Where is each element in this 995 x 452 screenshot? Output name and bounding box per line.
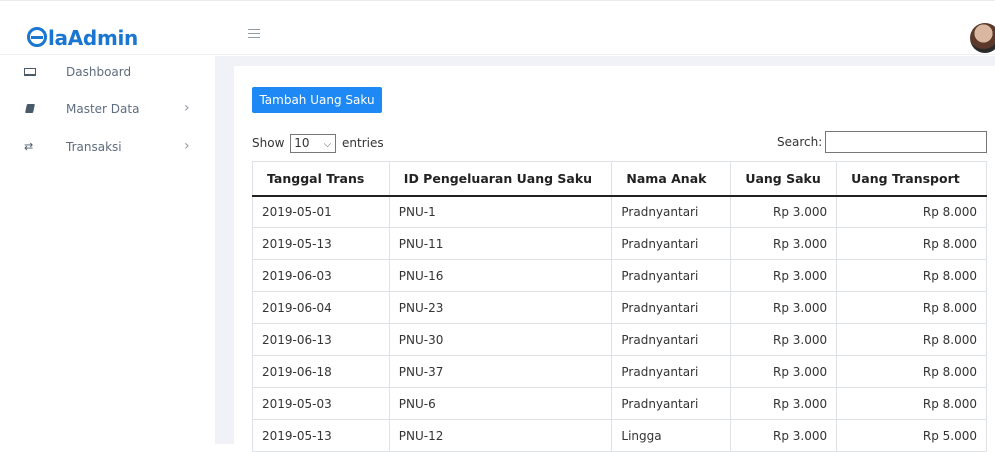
table-row: 2019-05-13 PNU-11 Pradnyantari Rp 3.000 … — [252, 227, 987, 260]
table-header-row: Tanggal Trans ID Pengeluaran Uang Saku N… — [252, 161, 987, 197]
table-cell: PNU-11 — [388, 227, 613, 260]
table-row: 2019-06-13 PNU-30 Pradnyantari Rp 3.000 … — [252, 323, 987, 356]
brand-logo-text: laAdmin — [48, 26, 138, 50]
page-length-control: Show 10 ⌵ entries — [252, 133, 384, 153]
page-length-value: 10 — [294, 136, 310, 150]
table-row: 2019-06-03 PNU-16 Pradnyantari Rp 3.000 … — [252, 259, 987, 292]
table-cell: Rp 3.000 — [730, 323, 838, 356]
table-cell: Pradnyantari — [611, 291, 732, 324]
table-row: 2019-06-18 PNU-37 Pradnyantari Rp 3.000 … — [252, 355, 987, 388]
search-label: Search: — [777, 135, 823, 149]
column-header[interactable]: Tanggal Trans — [252, 161, 390, 197]
top-navbar: laAdmin — [0, 0, 995, 55]
sidebar-item-label: Dashboard — [66, 65, 132, 79]
table-row: 2019-05-01 PNU-1 Pradnyantari Rp 3.000 R… — [252, 195, 987, 228]
table-cell: Rp 3.000 — [730, 195, 838, 228]
table-cell: 2019-05-03 — [252, 387, 390, 420]
table-cell: Rp 8.000 — [836, 355, 987, 388]
book-icon — [24, 103, 36, 115]
table-cell: Rp 8.000 — [836, 195, 987, 228]
table-row: 2019-05-13 PNU-12 Lingga Rp 3.000 Rp 5.0… — [252, 419, 987, 452]
chevron-right-icon: › — [184, 100, 190, 116]
add-uang-saku-button[interactable]: Tambah Uang Saku — [252, 87, 382, 113]
table-cell: Rp 5.000 — [836, 419, 987, 452]
table-cell: 2019-05-13 — [252, 227, 390, 260]
table-cell: PNU-30 — [388, 323, 613, 356]
sidebar: Dashboard Master Data › ⇄ Transaksi › — [0, 56, 215, 444]
column-header[interactable]: Uang Saku — [730, 161, 838, 197]
menu-toggle-icon[interactable] — [248, 29, 260, 38]
table-cell: Pradnyantari — [611, 227, 732, 260]
table-cell: Pradnyantari — [611, 387, 732, 420]
table-cell: 2019-05-13 — [252, 419, 390, 452]
table-cell: 2019-06-18 — [252, 355, 390, 388]
column-header[interactable]: ID Pengeluaran Uang Saku — [388, 161, 613, 197]
user-avatar[interactable] — [970, 23, 995, 53]
table-row: 2019-05-03 PNU-6 Pradnyantari Rp 3.000 R… — [252, 387, 987, 420]
uang-saku-table: Tanggal Trans ID Pengeluaran Uang Saku N… — [252, 161, 987, 452]
table-row: 2019-06-04 PNU-23 Pradnyantari Rp 3.000 … — [252, 291, 987, 324]
table-cell: 2019-06-03 — [252, 259, 390, 292]
table-cell: Pradnyantari — [611, 195, 732, 228]
search-input[interactable] — [825, 131, 987, 153]
table-cell: Rp 8.000 — [836, 323, 987, 356]
chevron-down-icon: ⌵ — [323, 139, 332, 150]
entries-label: entries — [342, 136, 384, 150]
content-background — [234, 56, 995, 66]
table-cell: PNU-16 — [388, 259, 613, 292]
table-cell: Pradnyantari — [611, 355, 732, 388]
column-header[interactable]: Uang Transport — [836, 161, 987, 197]
table-cell: PNU-1 — [388, 195, 613, 228]
show-label: Show — [252, 136, 285, 150]
sidebar-item-label: Master Data — [66, 102, 140, 116]
table-cell: Rp 3.000 — [730, 291, 838, 324]
sidebar-scroll-gutter — [215, 56, 234, 444]
logo-mark-icon — [27, 27, 47, 47]
table-cell: Rp 8.000 — [836, 259, 987, 292]
sidebar-item-dashboard[interactable]: Dashboard — [0, 57, 215, 87]
table-cell: PNU-23 — [388, 291, 613, 324]
table-cell: 2019-06-13 — [252, 323, 390, 356]
table-cell: Rp 8.000 — [836, 387, 987, 420]
table-cell: Rp 8.000 — [836, 291, 987, 324]
sidebar-item-transaksi[interactable]: ⇄ Transaksi › — [0, 132, 215, 162]
exchange-icon: ⇄ — [24, 140, 34, 153]
column-header[interactable]: Nama Anak — [611, 161, 732, 197]
table-cell: Pradnyantari — [611, 323, 732, 356]
table-cell: PNU-12 — [388, 419, 613, 452]
sidebar-item-label: Transaksi — [66, 140, 122, 154]
table-cell: Rp 3.000 — [730, 387, 838, 420]
chevron-right-icon: › — [184, 138, 190, 154]
table-cell: Rp 3.000 — [730, 355, 838, 388]
sidebar-item-master-data[interactable]: Master Data › — [0, 94, 215, 124]
table-cell: Lingga — [611, 419, 732, 452]
table-cell: Rp 3.000 — [730, 227, 838, 260]
table-cell: Rp 3.000 — [730, 419, 838, 452]
table-cell: Pradnyantari — [611, 259, 732, 292]
table-cell: 2019-05-01 — [252, 195, 390, 228]
table-cell: PNU-6 — [388, 387, 613, 420]
table-cell: Rp 8.000 — [836, 227, 987, 260]
table-cell: 2019-06-04 — [252, 291, 390, 324]
page-length-select[interactable]: 10 ⌵ — [290, 134, 337, 153]
brand-logo[interactable]: laAdmin — [27, 25, 138, 51]
table-cell: Rp 3.000 — [730, 259, 838, 292]
table-cell: PNU-37 — [388, 355, 613, 388]
laptop-icon — [24, 66, 36, 78]
